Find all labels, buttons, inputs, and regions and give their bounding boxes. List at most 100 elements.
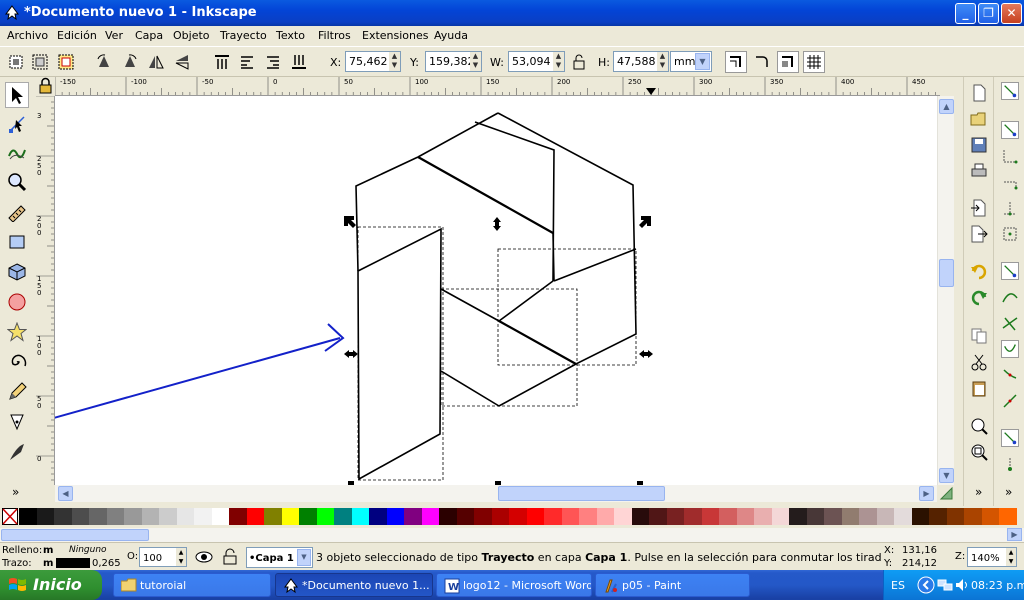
palette-scroll-thumb[interactable]	[1, 529, 149, 541]
color-swatch[interactable]	[176, 508, 195, 525]
select-all-layers-icon[interactable]	[29, 51, 51, 73]
color-swatch[interactable]	[701, 508, 720, 525]
color-swatch[interactable]	[561, 508, 580, 525]
export-icon[interactable]	[970, 225, 988, 243]
snap-rotation-center-icon[interactable]	[1001, 455, 1019, 473]
color-swatch[interactable]	[19, 508, 37, 525]
menu-texto[interactable]: Texto	[276, 29, 305, 42]
color-swatch[interactable]	[229, 508, 247, 525]
measure-tool[interactable]	[5, 199, 29, 225]
snap-bbox-edge-icon[interactable]	[1001, 147, 1019, 165]
color-swatch[interactable]	[526, 508, 545, 525]
vertical-scrollbar[interactable]: ▲ ▼	[937, 96, 954, 485]
taskbar-item-tutoroial[interactable]: tutoroial	[113, 573, 271, 597]
guide-lock-icon[interactable]	[36, 77, 55, 96]
color-swatch[interactable]	[509, 508, 527, 525]
color-swatch[interactable]	[824, 508, 842, 525]
color-swatch[interactable]	[124, 508, 142, 525]
color-swatch[interactable]	[631, 508, 650, 525]
color-swatch[interactable]	[474, 508, 492, 525]
snap-bbox-midpoint-icon[interactable]	[1001, 199, 1019, 217]
select-all-icon[interactable]	[5, 51, 27, 73]
color-swatch[interactable]	[649, 508, 667, 525]
undo-icon[interactable]	[970, 263, 988, 281]
color-swatch[interactable]	[194, 508, 212, 525]
snap-centers-icon[interactable]	[1001, 429, 1019, 447]
node-tool[interactable]	[5, 111, 29, 137]
color-swatch[interactable]	[754, 508, 772, 525]
unit-select[interactable]: mm ▼	[670, 51, 712, 72]
print-icon[interactable]	[970, 162, 988, 180]
h-input[interactable]: 47,588 ▲ ▼	[613, 51, 669, 72]
color-swatch[interactable]	[36, 508, 55, 525]
color-swatch[interactable]	[841, 508, 860, 525]
fill-value[interactable]: Ninguno	[69, 545, 107, 555]
cut-icon[interactable]	[970, 353, 988, 371]
3d-box-tool[interactable]	[5, 259, 29, 285]
color-swatch[interactable]	[456, 508, 475, 525]
w-spin-icon[interactable]: ▲ ▼	[553, 52, 564, 71]
ellipse-tool[interactable]	[5, 289, 29, 315]
snap-toggle-icon[interactable]	[1001, 82, 1019, 100]
color-swatch[interactable]	[334, 508, 352, 525]
color-swatch[interactable]	[736, 508, 755, 525]
scroll-left-icon[interactable]: ◀	[58, 486, 73, 501]
color-swatch[interactable]	[404, 508, 422, 525]
snap-midpoints-icon[interactable]	[1001, 392, 1019, 410]
import-icon[interactable]	[970, 199, 988, 217]
rectangle-tool[interactable]	[5, 229, 29, 255]
x-spin-icon[interactable]: ▲ ▼	[389, 52, 400, 71]
clock[interactable]: 08:23 p.m.	[971, 579, 1024, 592]
menu-archivo[interactable]: Archivo	[7, 29, 48, 42]
horizontal-ruler[interactable]: -150 -100 -50 0 50 100 150 200 250 300 3…	[55, 77, 940, 96]
resize-grip-icon[interactable]	[938, 485, 955, 502]
color-swatch[interactable]	[911, 508, 930, 525]
color-swatch[interactable]	[806, 508, 825, 525]
snap-cusp-nodes-icon[interactable]	[1001, 340, 1019, 358]
start-button[interactable]: Inicio	[0, 570, 102, 600]
color-swatch[interactable]	[981, 508, 1000, 525]
scroll-up-icon[interactable]: ▲	[939, 99, 954, 114]
taskbar-item-word[interactable]: W logo12 - Microsoft Word	[436, 573, 592, 597]
y-spin-icon[interactable]: ▲ ▼	[470, 52, 481, 71]
color-swatch[interactable]	[281, 508, 300, 525]
vertical-scroll-thumb[interactable]	[939, 259, 954, 287]
color-swatch[interactable]	[246, 508, 265, 525]
stroke-swatch[interactable]	[56, 558, 90, 568]
open-folder-icon[interactable]	[970, 110, 988, 128]
color-swatch[interactable]	[544, 508, 562, 525]
color-swatch[interactable]	[999, 508, 1017, 525]
color-swatch[interactable]	[684, 508, 702, 525]
network-icon[interactable]	[937, 578, 953, 592]
color-swatch[interactable]	[666, 508, 685, 525]
paste-icon[interactable]	[970, 379, 988, 397]
layer-select[interactable]: •Capa 1 ▼	[246, 547, 313, 568]
taskbar-item-inkscape[interactable]: *Documento nuevo 1...	[275, 573, 433, 597]
no-paint-icon[interactable]	[2, 508, 18, 525]
color-swatch[interactable]	[929, 508, 947, 525]
color-swatch[interactable]	[299, 508, 317, 525]
color-swatch[interactable]	[789, 508, 807, 525]
color-swatch[interactable]	[894, 508, 912, 525]
speaker-icon[interactable]	[955, 578, 969, 592]
color-swatch[interactable]	[106, 508, 125, 525]
scale-stroke-icon[interactable]	[725, 51, 747, 73]
raise-to-top-icon[interactable]	[211, 51, 233, 73]
color-swatch[interactable]	[369, 508, 387, 525]
scroll-down-icon[interactable]: ▼	[939, 468, 954, 483]
tray-expand-icon[interactable]	[917, 576, 935, 594]
color-swatch[interactable]	[579, 508, 597, 525]
snap-intersections-icon[interactable]	[1001, 314, 1019, 332]
palette-scroll-right-icon[interactable]: ▶	[1007, 528, 1022, 541]
color-swatch[interactable]	[54, 508, 72, 525]
horizontal-scrollbar[interactable]: ◀ ▶	[55, 485, 937, 502]
opacity-input[interactable]: 100 ▲ ▼	[139, 547, 187, 567]
snap-bbox-center-icon[interactable]	[1001, 225, 1019, 243]
menu-ayuda[interactable]: Ayuda	[434, 29, 468, 42]
save-icon[interactable]	[970, 136, 988, 154]
snap-nodes-icon[interactable]	[1001, 262, 1019, 280]
selector-tool[interactable]	[5, 82, 29, 108]
rotate-ccw-icon[interactable]	[93, 51, 115, 73]
chevron-down-icon[interactable]: ▼	[297, 549, 311, 566]
color-swatch[interactable]	[876, 508, 895, 525]
